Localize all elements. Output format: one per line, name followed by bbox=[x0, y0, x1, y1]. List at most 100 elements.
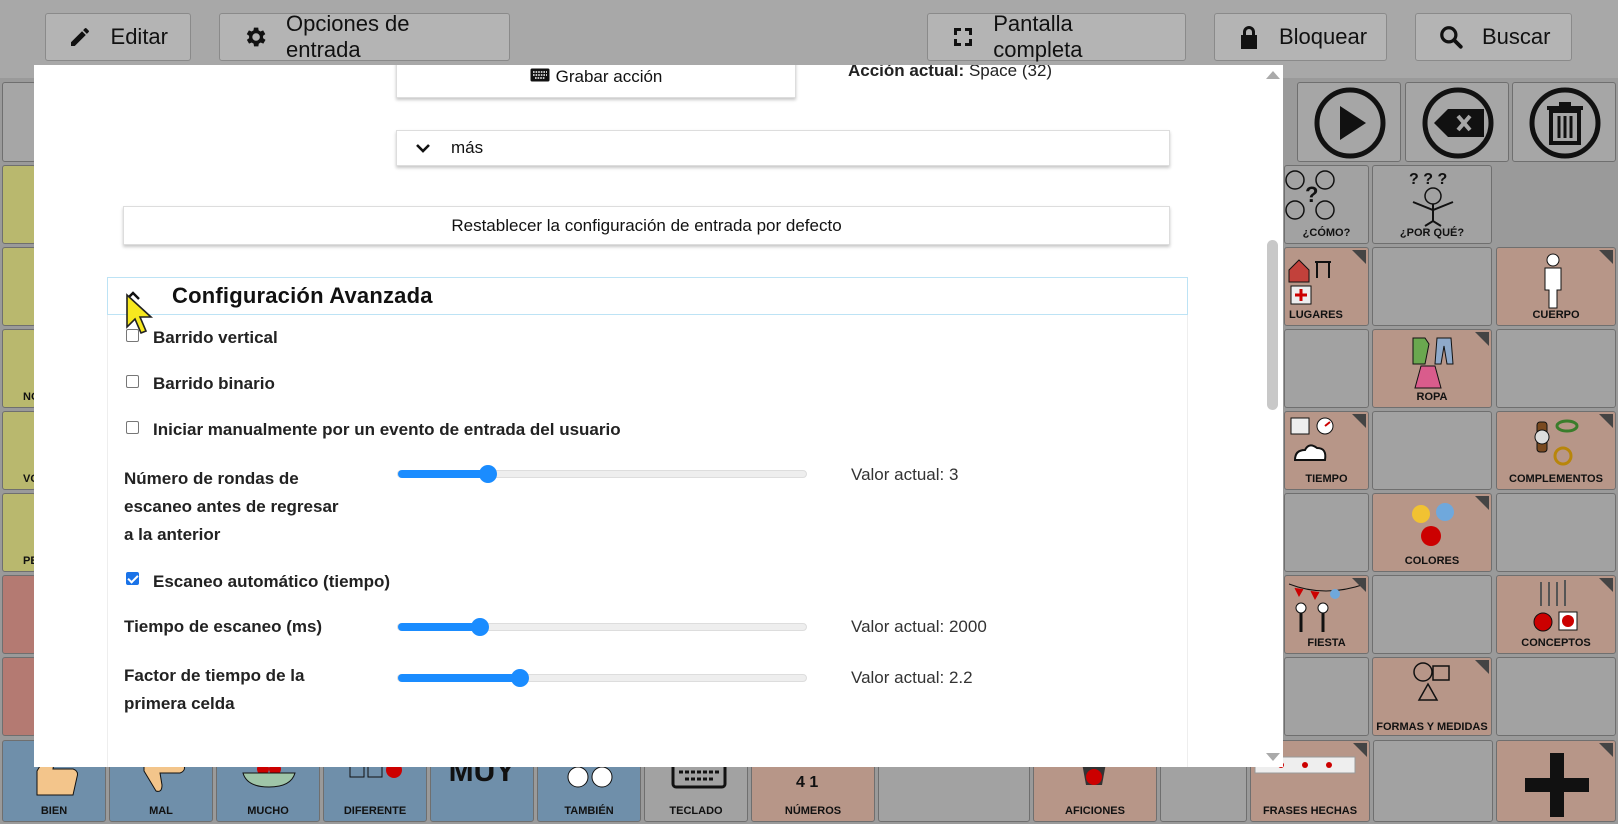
grid-cell[interactable] bbox=[2, 247, 36, 326]
party-icon bbox=[1288, 583, 1366, 632]
grid-cell[interactable] bbox=[2, 657, 36, 736]
grid-cell-empty[interactable] bbox=[1284, 657, 1369, 736]
slider-thumb[interactable] bbox=[479, 465, 497, 483]
grid-cell-empty[interactable] bbox=[1373, 740, 1493, 822]
reset-defaults-label: Restablecer la configuración de entrada … bbox=[451, 215, 842, 235]
slider-fill bbox=[398, 674, 520, 682]
scan-rounds-label-line: Número de rondas de bbox=[124, 469, 299, 488]
svg-text:?: ? bbox=[1305, 182, 1318, 207]
cell-label: TIEMPO bbox=[1305, 473, 1348, 485]
grid-cell[interactable] bbox=[2, 575, 36, 654]
keyboard-icon bbox=[530, 67, 550, 87]
grid-cell-empty[interactable] bbox=[1372, 575, 1492, 654]
scan-rounds-slider[interactable] bbox=[397, 465, 807, 483]
cell-label: MUCHO bbox=[247, 805, 289, 817]
reset-defaults-button[interactable]: Restablecer la configuración de entrada … bbox=[123, 206, 1170, 245]
cell-label: AFICIONES bbox=[1065, 805, 1125, 817]
first-cell-factor-slider[interactable] bbox=[397, 669, 807, 687]
cell-label: FRASES HECHAS bbox=[1262, 805, 1358, 817]
slider-thumb[interactable] bbox=[471, 618, 489, 636]
grid-cell-cuerpo[interactable]: CUERPO bbox=[1496, 247, 1616, 326]
grid-cell-fiesta[interactable]: FIESTA bbox=[1284, 575, 1369, 654]
scan-time-slider[interactable] bbox=[397, 618, 807, 636]
record-action-button[interactable]: Grabar acción bbox=[396, 65, 796, 98]
scan-rounds-label-line: a la anterior bbox=[124, 525, 221, 544]
cell-label: ¿CÓMO? bbox=[1302, 227, 1351, 239]
grid-cell-empty[interactable] bbox=[1284, 329, 1369, 408]
current-action-label: Acción actual: bbox=[848, 65, 965, 80]
lock-button[interactable]: Bloquear bbox=[1214, 13, 1387, 61]
cell-label: ¿POR QUÉ? bbox=[1399, 227, 1465, 239]
grid-cell-formas[interactable]: FORMAS Y MEDIDAS bbox=[1372, 657, 1492, 736]
lock-icon bbox=[1237, 24, 1261, 50]
places-icon bbox=[1288, 259, 1331, 305]
paint-splash-icon bbox=[1412, 503, 1454, 546]
grid-cell-lugares[interactable]: LUGARES bbox=[1284, 247, 1369, 326]
scroll-down-arrow-icon[interactable] bbox=[1266, 753, 1280, 761]
first-cell-factor-label-line: primera celda bbox=[124, 694, 235, 713]
edit-button[interactable]: Editar bbox=[45, 13, 191, 61]
grid-cell-como[interactable]: ? ¿CÓMO? bbox=[1284, 165, 1369, 244]
scroll-up-arrow-icon[interactable] bbox=[1266, 71, 1280, 79]
cell-label: NÚMEROS bbox=[784, 805, 842, 817]
grid-cell-complementos[interactable]: COMPLEMENTOS bbox=[1496, 411, 1616, 490]
grid-cell[interactable]: PE bbox=[2, 493, 36, 572]
cell-label: MAL bbox=[149, 805, 173, 817]
more-options-label: más bbox=[451, 138, 484, 157]
grid-cell-empty[interactable] bbox=[1284, 493, 1369, 572]
dialog-scrollbar[interactable] bbox=[1261, 65, 1283, 767]
cell-label: CUERPO bbox=[1532, 309, 1580, 321]
grid-cell[interactable]: NO bbox=[2, 329, 36, 408]
section-border bbox=[1187, 315, 1188, 767]
grid-cell-conceptos[interactable]: CONCEPTOS bbox=[1496, 575, 1616, 654]
concepts-icon bbox=[1533, 580, 1578, 632]
advanced-settings-header[interactable]: Configuración Avanzada bbox=[107, 277, 1188, 315]
input-options-dialog: Grabar acción Acción actual: Space (32) … bbox=[34, 65, 1283, 767]
grid-cell[interactable]: VO bbox=[2, 411, 36, 490]
board-control-cell[interactable] bbox=[2, 82, 36, 162]
current-action: Acción actual: Space (32) bbox=[848, 65, 1052, 81]
input-options-button[interactable]: Opciones de entrada bbox=[219, 11, 510, 62]
auto-scan-label: Escaneo automático (tiempo) bbox=[153, 572, 391, 591]
add-cell-button[interactable] bbox=[1496, 740, 1616, 822]
svg-text:4 1: 4 1 bbox=[796, 774, 818, 791]
cell-label: TAMBIÉN bbox=[564, 805, 614, 817]
cell-label: ROPA bbox=[1416, 391, 1448, 403]
first-cell-factor-value: Valor actual: 2.2 bbox=[851, 668, 973, 687]
first-cell-factor-label: Factor de tiempo de la primera celda bbox=[124, 662, 304, 718]
body-icon bbox=[1544, 253, 1562, 309]
grid-cell-empty[interactable] bbox=[1372, 247, 1492, 326]
grid-cell-por-que[interactable]: ? ? ? ¿POR QUÉ? bbox=[1372, 165, 1492, 244]
lock-label: Bloquear bbox=[1279, 24, 1368, 49]
search-button[interactable]: Buscar bbox=[1415, 13, 1572, 61]
grid-cell-colores[interactable]: COLORES bbox=[1372, 493, 1492, 572]
search-label: Buscar bbox=[1482, 24, 1551, 49]
grid-cell-ropa[interactable]: ROPA bbox=[1372, 329, 1492, 408]
section-border bbox=[107, 315, 108, 767]
grid-cell-empty[interactable] bbox=[1496, 657, 1616, 736]
slider-thumb[interactable] bbox=[511, 669, 529, 687]
search-icon bbox=[1438, 24, 1464, 50]
trash-button[interactable] bbox=[1512, 82, 1616, 162]
input-options-label: Opciones de entrada bbox=[286, 11, 410, 62]
fullscreen-button[interactable]: Pantalla completa bbox=[927, 11, 1186, 62]
auto-scan-checkbox[interactable] bbox=[126, 572, 139, 585]
clothes-icon bbox=[1412, 337, 1454, 389]
cell-label: FORMAS Y MEDIDAS bbox=[1376, 721, 1488, 733]
manual-start-checkbox[interactable] bbox=[126, 421, 139, 434]
binary-scan-checkbox[interactable] bbox=[126, 375, 139, 388]
backspace-button[interactable] bbox=[1405, 82, 1509, 162]
more-options-toggle[interactable]: más bbox=[396, 130, 1170, 166]
play-button[interactable] bbox=[1297, 82, 1401, 162]
edit-label: Editar bbox=[110, 24, 168, 49]
grid-cell-empty[interactable] bbox=[1496, 493, 1616, 572]
vertical-scan-checkbox[interactable] bbox=[126, 329, 139, 342]
grid-cell-empty[interactable] bbox=[1496, 329, 1616, 408]
play-icon bbox=[1314, 87, 1386, 159]
scroll-thumb[interactable] bbox=[1267, 240, 1278, 410]
chevron-down-icon bbox=[415, 138, 431, 158]
grid-cell-empty[interactable] bbox=[1372, 411, 1492, 490]
backspace-icon bbox=[1422, 87, 1494, 159]
grid-cell[interactable] bbox=[2, 165, 36, 244]
grid-cell-tiempo[interactable]: TIEMPO bbox=[1284, 411, 1369, 490]
